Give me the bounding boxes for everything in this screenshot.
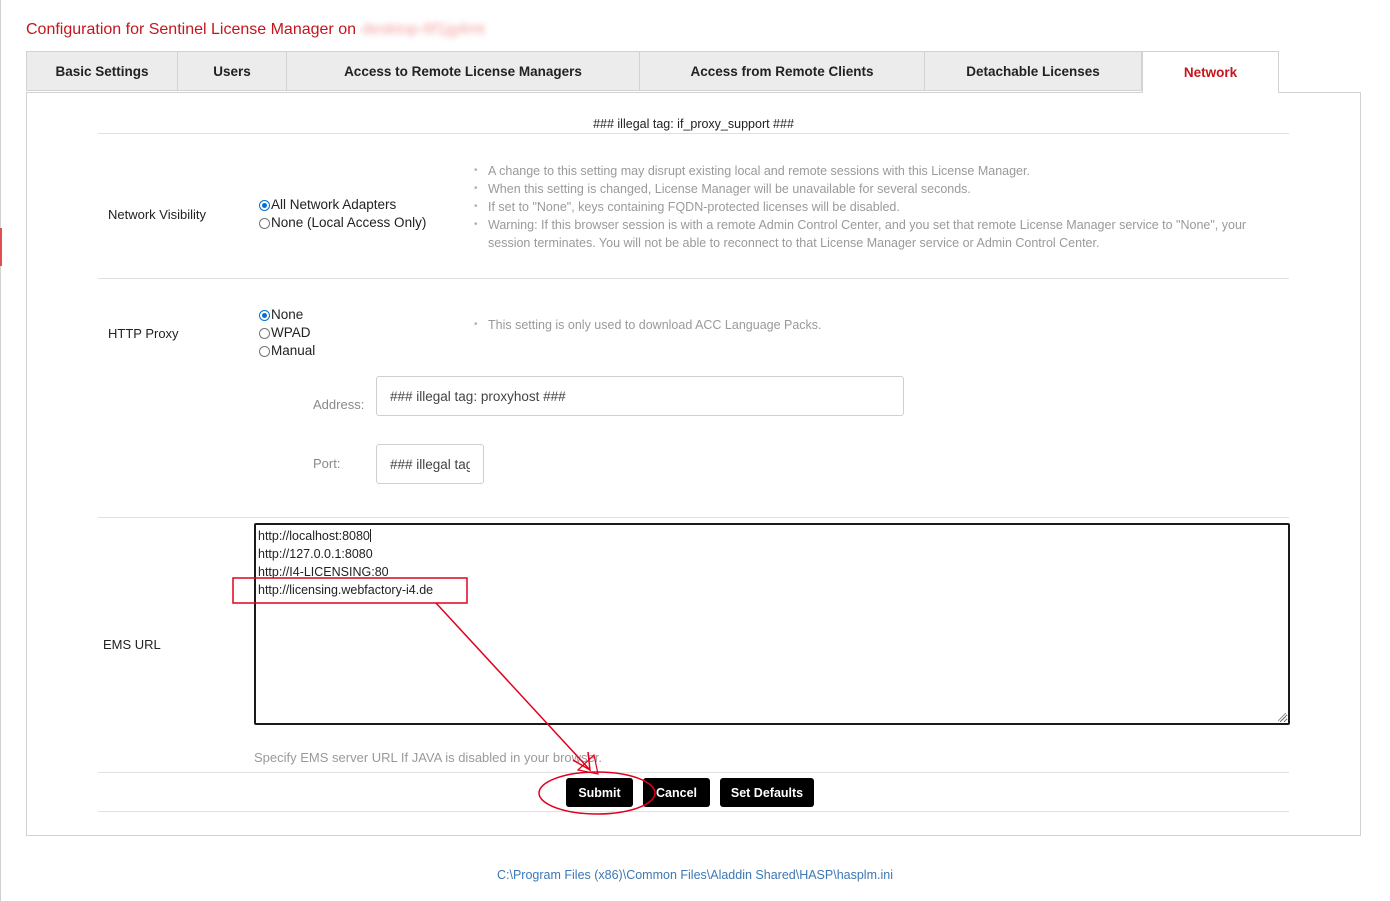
network-visibility-notes: A change to this setting may disrupt exi… <box>472 162 1282 252</box>
proxy-port-input[interactable] <box>376 444 484 484</box>
proxy-port-label: Port: <box>313 456 341 471</box>
radio-all-network-adapters[interactable]: All Network Adapters <box>259 196 426 214</box>
page-title: Configuration for Sentinel License Manag… <box>26 21 485 39</box>
proxy-support-tag-notice: ### illegal tag: if_proxy_support ### <box>593 117 794 131</box>
radio-button[interactable] <box>259 327 270 339</box>
ems-url-textarea[interactable]: http://localhost:8080 http://127.0.0.1:8… <box>254 523 1290 725</box>
tab-access-to-remote-license-managers[interactable]: Access to Remote License Managers <box>286 51 639 91</box>
note-item: This setting is only used to download AC… <box>472 316 1282 334</box>
proxy-address-label: Address: <box>313 397 365 412</box>
radio-button-checked[interactable] <box>259 199 270 211</box>
radio-proxy-none[interactable]: None <box>259 306 315 324</box>
resize-grip-icon[interactable] <box>1278 713 1286 721</box>
divider <box>98 811 1289 812</box>
cancel-button[interactable]: Cancel <box>643 778 710 807</box>
divider <box>98 278 1289 279</box>
network-visibility-radio-group: All Network Adapters None (Local Access … <box>259 196 426 232</box>
http-proxy-radio-group: None WPAD Manual <box>259 306 315 360</box>
radio-proxy-wpad[interactable]: WPAD <box>259 324 315 342</box>
tab-network[interactable]: Network <box>1142 51 1279 93</box>
ems-url-line: http://127.0.0.1:8080 <box>258 547 373 561</box>
note-item: When this setting is changed, License Ma… <box>472 180 1282 198</box>
tab-detachable-licenses[interactable]: Detachable Licenses <box>924 51 1142 91</box>
window-left-edge <box>0 0 1 901</box>
note-item: Warning: If this browser session is with… <box>472 216 1282 252</box>
radio-button[interactable] <box>259 345 270 357</box>
ems-url-line: http://licensing.webfactory-i4.de <box>258 583 434 597</box>
radio-label: Manual <box>271 343 316 358</box>
config-file-path: C:\Program Files (x86)\Common Files\Alad… <box>497 868 893 882</box>
radio-label: All Network Adapters <box>271 197 397 212</box>
ems-url-hint: Specify EMS server URL If JAVA is disabl… <box>254 750 603 765</box>
tab-basic-settings[interactable]: Basic Settings <box>26 51 177 91</box>
note-item: If set to "None", keys containing FQDN-p… <box>472 198 1282 216</box>
ems-url-line: http://I4-LICENSING:80 <box>258 565 389 579</box>
page-title-host: desktop-6f1jg4mt <box>361 21 485 38</box>
tab-bar: Basic Settings Users Access to Remote Li… <box>26 51 1279 93</box>
left-edge-marker <box>0 228 2 266</box>
note-item: A change to this setting may disrupt exi… <box>472 162 1282 180</box>
radio-proxy-manual[interactable]: Manual <box>259 342 315 360</box>
radio-label: None <box>271 307 304 322</box>
text-caret <box>369 529 371 542</box>
ems-url-line: http://localhost:8080 <box>258 529 371 543</box>
submit-button[interactable]: Submit <box>566 778 633 807</box>
set-defaults-button[interactable]: Set Defaults <box>720 778 814 807</box>
network-visibility-label: Network Visibility <box>108 207 207 222</box>
tab-access-from-remote-clients[interactable]: Access from Remote Clients <box>639 51 924 91</box>
divider <box>98 133 1289 134</box>
page-title-text: Configuration for Sentinel License Manag… <box>26 21 356 38</box>
tab-users[interactable]: Users <box>177 51 286 91</box>
radio-label: None (Local Access Only) <box>271 215 427 230</box>
divider <box>98 517 1289 518</box>
http-proxy-label: HTTP Proxy <box>108 326 179 341</box>
proxy-address-input[interactable] <box>376 376 904 416</box>
radio-none-local-access[interactable]: None (Local Access Only) <box>259 214 426 232</box>
ems-url-label: EMS URL <box>103 637 161 652</box>
radio-button[interactable] <box>259 217 270 229</box>
http-proxy-notes: This setting is only used to download AC… <box>472 316 1282 334</box>
divider <box>98 772 1289 773</box>
radio-label: WPAD <box>271 325 311 340</box>
radio-button-checked[interactable] <box>259 309 270 321</box>
